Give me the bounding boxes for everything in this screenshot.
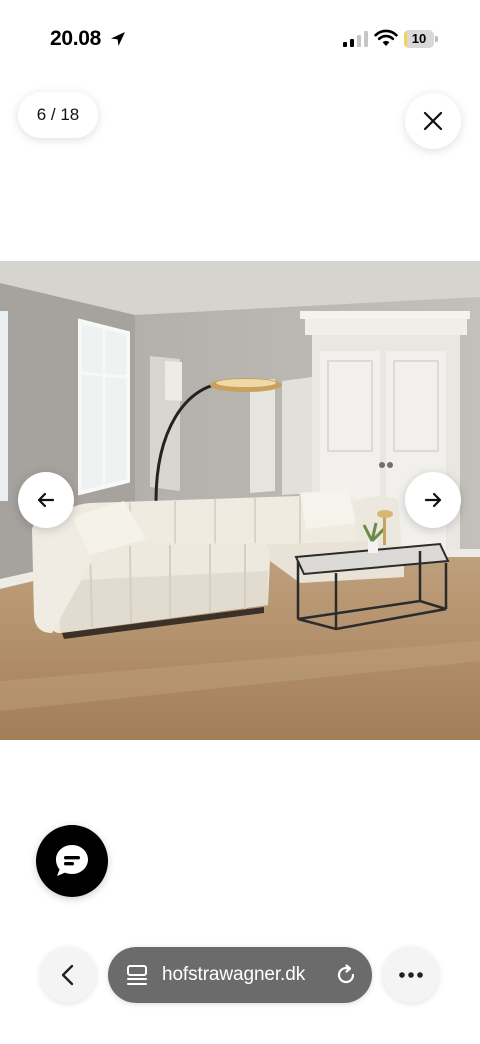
signal-icon [343, 31, 368, 47]
next-image-button[interactable] [405, 472, 461, 528]
status-time: 20.08 [50, 27, 102, 50]
previous-image-button[interactable] [18, 472, 74, 528]
close-button[interactable] [405, 93, 461, 149]
battery-level: 10 [411, 31, 427, 46]
wifi-icon [374, 29, 398, 46]
close-icon [423, 111, 443, 131]
status-bar: 20.08 10 [0, 0, 480, 78]
more-dots-icon [399, 972, 423, 978]
reload-icon[interactable] [334, 963, 358, 987]
battery-icon: 10 [404, 30, 438, 48]
chevron-left-icon [61, 964, 74, 986]
arrow-right-icon [424, 492, 442, 508]
url-text[interactable]: hofstrawagner.dk [162, 964, 305, 986]
location-arrow-icon [111, 32, 125, 46]
chat-button[interactable] [36, 825, 108, 897]
arrow-left-icon [37, 492, 55, 508]
more-options-button[interactable] [383, 947, 439, 1003]
page-menu-icon[interactable] [126, 964, 148, 986]
address-bar[interactable]: hofstrawagner.dk [108, 947, 372, 1003]
gallery-counter: 6 / 18 [18, 92, 98, 138]
browser-back-button[interactable] [40, 947, 96, 1003]
chat-bubble-icon [56, 845, 88, 876]
